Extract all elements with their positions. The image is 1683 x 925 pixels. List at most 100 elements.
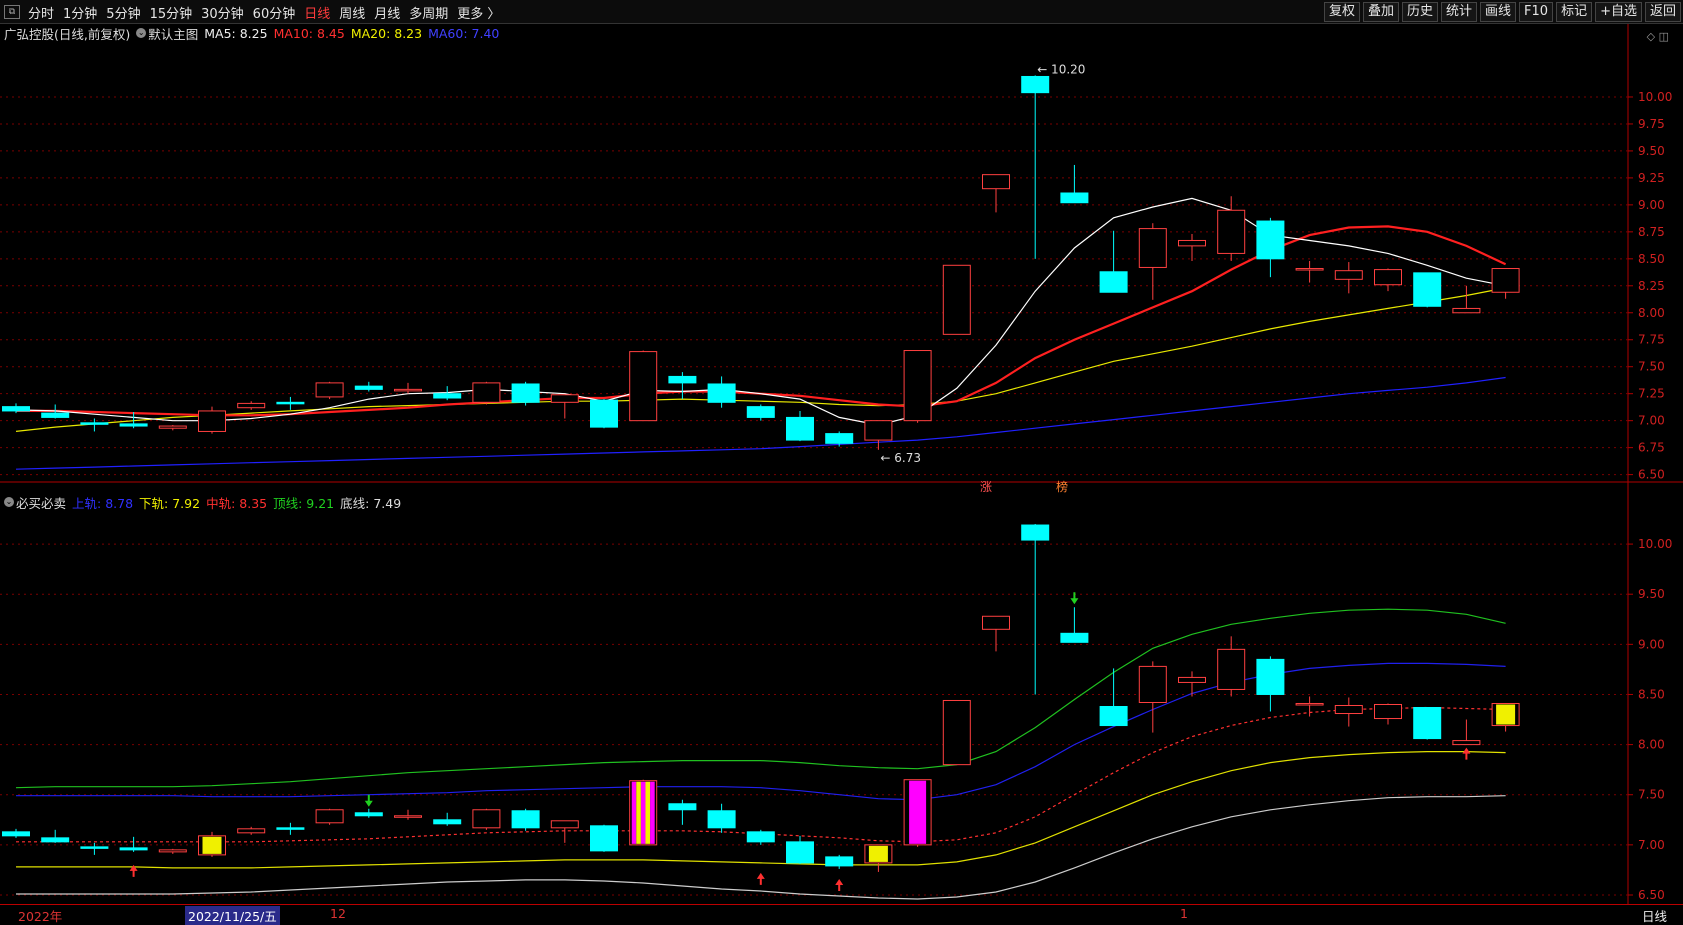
period-tab-active[interactable]: 日线 bbox=[304, 3, 330, 22]
candle-body-down bbox=[590, 825, 618, 852]
candle-body-up bbox=[629, 351, 658, 422]
main-price-axis: 10.00 9.75 9.50 9.25 9.00 8.75 8.50 8.25 8.00 7.7… bbox=[1628, 90, 1672, 482]
candle-body-down bbox=[1099, 705, 1128, 727]
candle-body-up bbox=[1374, 269, 1402, 286]
price-tick-label: 6.75 bbox=[1638, 441, 1665, 455]
candle-body-up bbox=[1138, 228, 1167, 268]
kline-chart[interactable]: 10.00 9.75 9.50 9.25 9.00 8.75 8.50 8.25 8.00 7.7… bbox=[0, 24, 1683, 923]
toolbar: ⧉ 分时 1分钟 5分钟 15分钟 30分钟 60分钟 日线 周线 月线 多周期… bbox=[0, 0, 1683, 24]
adjust-button[interactable]: 复权 bbox=[1323, 2, 1360, 22]
candle-body-down bbox=[707, 810, 736, 829]
grid-lines bbox=[0, 24, 1683, 904]
price-tick-label: 10.00 bbox=[1638, 90, 1672, 104]
candle-body-down bbox=[1413, 272, 1442, 307]
f10-button[interactable]: F10 bbox=[1519, 2, 1554, 22]
date-axis: 2022年 2022/11/25/五 12 1 日线 bbox=[0, 904, 1683, 925]
window-icon[interactable]: ⧉ bbox=[4, 5, 20, 19]
overlay-button[interactable]: 叠加 bbox=[1362, 2, 1399, 22]
signal-fill bbox=[868, 845, 888, 862]
signal-fill bbox=[909, 780, 927, 844]
signal-stripe bbox=[650, 781, 655, 844]
price-tick-label: 7.00 bbox=[1638, 838, 1665, 852]
candle-body-up bbox=[1491, 268, 1520, 293]
candle-body-up bbox=[1178, 676, 1206, 683]
candle-body-down bbox=[80, 846, 109, 849]
candle-body-up bbox=[1217, 648, 1246, 690]
candle-body-down bbox=[1099, 271, 1128, 293]
period-tab[interactable]: 15分钟 bbox=[150, 3, 193, 22]
top-list-tag: 榜 bbox=[1056, 479, 1068, 494]
price-tick-label: 9.75 bbox=[1638, 117, 1665, 131]
price-tick-label: 8.00 bbox=[1638, 306, 1665, 320]
candle-body-down bbox=[119, 847, 148, 851]
candle-body-down bbox=[1060, 632, 1089, 643]
signal-stripe bbox=[636, 781, 641, 844]
candle-body-up bbox=[472, 382, 501, 403]
candle-body-up bbox=[1217, 209, 1246, 254]
candle-body-up bbox=[1452, 740, 1481, 746]
period-tab[interactable]: 多周期 bbox=[409, 3, 448, 22]
limit-up-tag: 涨 bbox=[980, 479, 992, 494]
back-button[interactable]: 返回 bbox=[1644, 2, 1681, 22]
price-tick-label: 9.50 bbox=[1638, 587, 1665, 601]
candle-body-up bbox=[1334, 704, 1363, 715]
price-tick-label: 9.00 bbox=[1638, 637, 1665, 651]
candle-body-down bbox=[276, 401, 305, 405]
period-tab[interactable]: 分时 bbox=[28, 3, 54, 22]
candle-body-up bbox=[550, 394, 579, 403]
month-label: 1 bbox=[1180, 906, 1188, 921]
candle-body-up bbox=[237, 828, 266, 834]
candle-body-down bbox=[825, 433, 854, 444]
price-tick-label: 7.25 bbox=[1638, 387, 1665, 401]
signal-stripe bbox=[631, 781, 637, 844]
candle-body-up bbox=[1334, 270, 1363, 280]
price-tick-label: 6.50 bbox=[1638, 888, 1665, 902]
candle-body-down bbox=[1021, 75, 1050, 94]
candle-body-up bbox=[1452, 307, 1481, 314]
candle-body-up bbox=[472, 809, 501, 829]
candle-body-down bbox=[786, 841, 814, 864]
period-tab[interactable]: 周线 bbox=[339, 3, 365, 22]
high-price-label: ← 10.20 bbox=[1037, 62, 1085, 76]
cursor-date: 2022/11/25/五 bbox=[185, 906, 280, 925]
period-tab[interactable]: 月线 bbox=[374, 3, 400, 22]
candle-body-down bbox=[433, 819, 462, 825]
candle-body-down bbox=[354, 385, 383, 390]
candle-body-down bbox=[590, 399, 618, 428]
history-button[interactable]: 历史 bbox=[1401, 2, 1438, 22]
middle-line bbox=[16, 706, 1506, 843]
period-tab[interactable]: 5分钟 bbox=[106, 3, 140, 22]
period-tab[interactable]: 30分钟 bbox=[201, 3, 244, 22]
candle-body-up bbox=[1178, 239, 1206, 247]
candle-body-up bbox=[158, 425, 187, 429]
candle-body-down bbox=[2, 406, 30, 412]
candle-body-up bbox=[158, 849, 187, 853]
price-tick-label: 8.50 bbox=[1638, 687, 1665, 701]
candle-body-down bbox=[354, 812, 383, 817]
candle-body-down bbox=[746, 406, 775, 418]
add-watchlist-button[interactable]: +自选 bbox=[1595, 2, 1642, 22]
candle-body-up bbox=[315, 382, 344, 398]
stats-button[interactable]: 统计 bbox=[1441, 2, 1478, 22]
more-periods-button[interactable]: 更多 〉 bbox=[457, 3, 500, 22]
candle-body-up bbox=[1295, 268, 1324, 271]
candle-body-down bbox=[41, 412, 70, 418]
candle-body-down bbox=[41, 837, 70, 843]
candle-body-down bbox=[1060, 192, 1089, 204]
price-tick-label: 10.00 bbox=[1638, 537, 1672, 551]
candle-body-up bbox=[237, 402, 266, 409]
sell-arrow-icon bbox=[364, 794, 373, 807]
candle-body-up bbox=[315, 809, 344, 824]
sell-arrow-icon bbox=[1070, 592, 1079, 605]
candle-body-down bbox=[707, 383, 736, 403]
mark-button[interactable]: 标记 bbox=[1556, 2, 1593, 22]
period-tab[interactable]: 1分钟 bbox=[63, 3, 97, 22]
price-tick-label: 6.50 bbox=[1638, 468, 1665, 482]
draw-button[interactable]: 画线 bbox=[1480, 2, 1517, 22]
candle-body-up bbox=[1374, 703, 1402, 720]
sub-price-axis: 10.00 9.50 9.00 8.50 8.00 7.50 7.00 6.50 bbox=[1628, 537, 1672, 902]
sub-candles bbox=[2, 524, 1520, 872]
price-tick-label: 9.00 bbox=[1638, 198, 1665, 212]
candle-body-down bbox=[2, 831, 30, 837]
period-tab[interactable]: 60分钟 bbox=[253, 3, 296, 22]
